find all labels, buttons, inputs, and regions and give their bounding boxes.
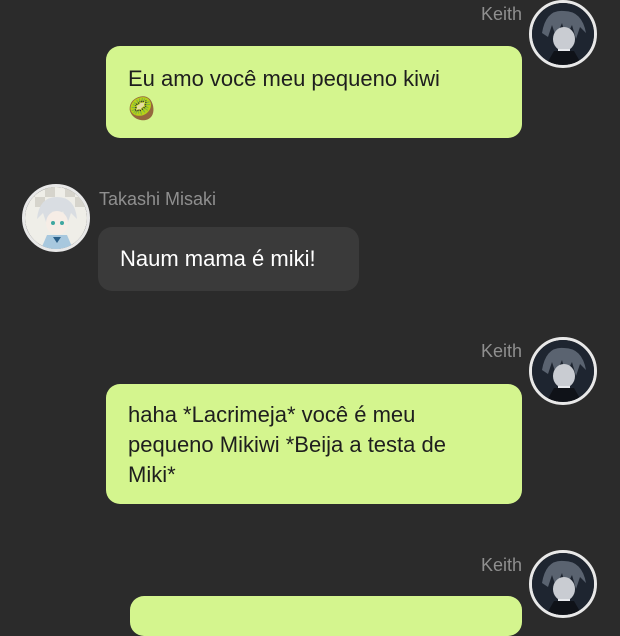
avatar[interactable] — [529, 337, 597, 405]
avatar[interactable] — [529, 0, 597, 68]
avatar[interactable] — [529, 550, 597, 618]
avatar-keith-icon — [532, 553, 594, 615]
message-text: Miki* — [128, 462, 176, 487]
avatar-keith-icon — [532, 3, 594, 65]
sender-name: Keith — [480, 555, 522, 575]
sender-name: Keith — [480, 341, 522, 361]
avatar-takashi-icon — [25, 187, 87, 249]
avatar[interactable] — [22, 184, 90, 252]
sender-name: Takashi Misaki — [99, 189, 217, 209]
message-bubble[interactable]: Eu amo você meu pequeno kiwi 🥝 — [106, 46, 522, 138]
message-bubble[interactable] — [130, 596, 522, 636]
message-text: Eu amo você meu pequeno kiwi — [128, 66, 440, 91]
avatar-keith-icon — [532, 340, 594, 402]
sender-name: Keith — [480, 4, 522, 24]
kiwi-emoji-icon: 🥝 — [128, 96, 156, 121]
message-bubble[interactable]: haha *Lacrimeja* você é meu pequeno Miki… — [106, 384, 522, 504]
message-text: pequeno Mikiwi *Beija a testa de — [128, 432, 446, 457]
message-text: Naum mama é miki! — [120, 246, 316, 271]
message-bubble[interactable]: Naum mama é miki! — [98, 227, 359, 291]
message-text: haha *Lacrimeja* você é meu — [128, 402, 416, 427]
